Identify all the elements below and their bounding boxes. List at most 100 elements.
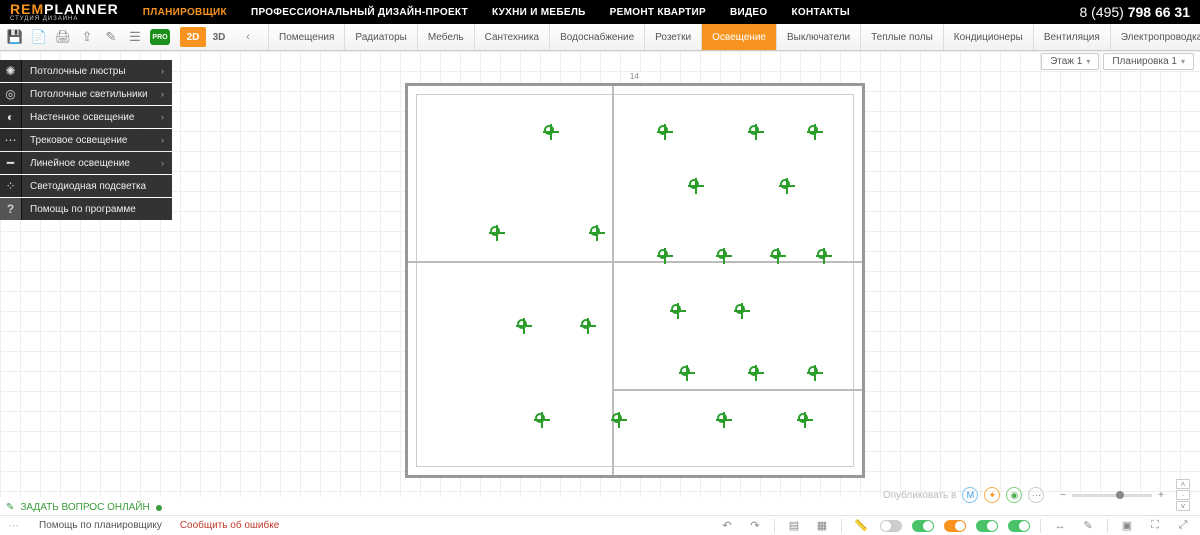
toggle-furniture[interactable] [976, 520, 998, 532]
pro-badge[interactable]: PRO [150, 29, 170, 45]
topmenu-renovation[interactable]: РЕМОНТ КВАРТИР [610, 7, 706, 18]
zoom-out-icon[interactable]: − [1060, 490, 1066, 501]
tab-lighting[interactable]: Освещение [701, 24, 776, 50]
tab-furniture[interactable]: Мебель [417, 24, 474, 50]
led-strip-icon: ⁘ [0, 175, 22, 197]
pan-up-icon[interactable]: ˄ [1176, 479, 1190, 489]
palette-label: Помощь по программе [30, 204, 136, 215]
footer: ⋯ Помощь по планировщику Сообщить об оши… [0, 515, 1200, 535]
print-icon[interactable]: 🖨 [54, 28, 72, 46]
chevron-right-icon: › [161, 112, 164, 122]
view-toggle: 2D 3D [180, 27, 232, 47]
palette-ceiling-lights[interactable]: Потолочные светильники› [22, 83, 172, 105]
footer-tools: ↶ ↷ ▤ ▦ 📏 ↔ ✎ ▣ ⛶ ⤢ [718, 518, 1192, 534]
layers-icon[interactable]: ☰ [126, 28, 144, 46]
tab-wiring[interactable]: Электропроводка [1110, 24, 1200, 50]
snapshot-icon[interactable]: ▣ [1118, 518, 1136, 534]
online-dot-icon [156, 505, 162, 511]
layout-label: Планировка 1 [1112, 56, 1177, 67]
pan-buttons: ˄ · ˅ [1176, 479, 1190, 511]
fit-icon[interactable]: ⛶ [1146, 518, 1164, 534]
ceiling-light-icon: ◎ [0, 83, 22, 105]
ruler-icon[interactable]: 📏 [852, 518, 870, 534]
phone-main: 798 66 31 [1128, 4, 1190, 20]
tab-radiators[interactable]: Радиаторы [344, 24, 416, 50]
grid-icon[interactable]: ▦ [813, 518, 831, 534]
save-icon[interactable]: 💾 [6, 28, 24, 46]
layout-selector[interactable]: Планировка 1▾ [1103, 53, 1194, 70]
new-icon[interactable]: 📄 [30, 28, 48, 46]
logo-rem: REM [10, 1, 44, 17]
tab-water[interactable]: Водоснабжение [549, 24, 644, 50]
tab-ac[interactable]: Кондиционеры [943, 24, 1033, 50]
pan-center-icon[interactable]: · [1176, 490, 1190, 500]
share-icon[interactable]: ⇪ [78, 28, 96, 46]
publish-label: Опубликовать в [883, 490, 956, 501]
measure-icon[interactable]: ↔ [1051, 518, 1069, 534]
logo-planner: PLANNER [44, 1, 119, 17]
topmenu-contacts[interactable]: КОНТАКТЫ [791, 7, 849, 18]
chevron-right-icon: › [161, 89, 164, 99]
tab-warmfloor[interactable]: Теплые полы [860, 24, 943, 50]
view-3d-button[interactable]: 3D [206, 27, 232, 47]
topmenu-design[interactable]: ПРОФЕССИОНАЛЬНЫЙ ДИЗАЙН-ПРОЕКТ [251, 7, 468, 18]
palette-linear-lights[interactable]: Линейное освещение› [22, 152, 172, 174]
publish-ok-icon[interactable]: ✦ [984, 487, 1000, 503]
zoom-control: − + [1060, 490, 1164, 501]
footer-dots-icon: ⋯ [8, 519, 21, 532]
chandelier-icon: ✺ [0, 60, 22, 82]
palette-wall-lights[interactable]: Настенное освещение › [22, 106, 172, 128]
tools-icon[interactable]: ✎ [102, 28, 120, 46]
publish-more-icon[interactable]: ⋯ [1028, 487, 1044, 503]
help-icon: ? [0, 198, 22, 220]
palette-label: Потолочные люстры [30, 66, 126, 77]
undo-icon[interactable]: ↶ [718, 518, 736, 534]
bug-report-link[interactable]: Сообщить об ошибке [180, 520, 279, 531]
publish-vk-icon[interactable]: M [962, 487, 978, 503]
pan-down-icon[interactable]: ˅ [1176, 501, 1190, 511]
scroll-left-icon[interactable]: ‹ [238, 31, 258, 43]
redo-icon[interactable]: ↷ [746, 518, 764, 534]
top-nav: REMPLANNER СТУДИЯ ДИЗАЙНА ПЛАНИРОВЩИК ПР… [0, 0, 1200, 24]
help-link[interactable]: Помощь по планировщику [39, 520, 162, 531]
publish-bar: Опубликовать в M ✦ ◉ ⋯ − + ˄ · ˅ [883, 479, 1190, 511]
palette-track-lights[interactable]: Трековое освещение› [22, 129, 172, 151]
zoom-slider[interactable] [1072, 494, 1152, 497]
toggle-labels[interactable] [912, 520, 934, 532]
tab-plumbing[interactable]: Сантехника [474, 24, 550, 50]
palette-help[interactable]: Помощь по программе [22, 198, 172, 220]
zoom-in-icon[interactable]: + [1158, 490, 1164, 501]
tab-ventilation[interactable]: Вентиляция [1033, 24, 1110, 50]
tab-switches[interactable]: Выключатели [776, 24, 860, 50]
palette-led-strip[interactable]: Светодиодная подсветка [22, 175, 172, 197]
canvas[interactable]: 14 [0, 51, 1200, 497]
note-icon[interactable]: ✎ [1079, 518, 1097, 534]
chevron-right-icon: › [161, 158, 164, 168]
topmenu-kitchen[interactable]: КУХНИ И МЕБЕЛЬ [492, 7, 586, 18]
phone-prefix: 8 (495) [1079, 4, 1127, 20]
tab-sockets[interactable]: Розетки [644, 24, 701, 50]
floor-label: Этаж 1 [1050, 56, 1082, 67]
toggle-grid[interactable] [1008, 520, 1030, 532]
toggle-lighting[interactable] [944, 520, 966, 532]
toggle-dimensions[interactable] [880, 520, 902, 532]
chevron-right-icon: › [161, 66, 164, 76]
ask-online-button[interactable]: ✎ ЗАДАТЬ ВОПРОС ОНЛАЙН [6, 502, 162, 513]
floor-plan[interactable]: 14 [405, 83, 865, 478]
topmenu-video[interactable]: ВИДЕО [730, 7, 767, 18]
layer-icon[interactable]: ▤ [785, 518, 803, 534]
fullscreen-icon[interactable]: ⤢ [1174, 518, 1192, 534]
logo-sub: СТУДИЯ ДИЗАЙНА [10, 16, 78, 22]
logo[interactable]: REMPLANNER СТУДИЯ ДИЗАЙНА [10, 2, 119, 22]
linear-light-icon: ━ [0, 152, 22, 174]
topmenu-planner[interactable]: ПЛАНИРОВЩИК [143, 7, 227, 18]
publish-share-icon[interactable]: ◉ [1006, 487, 1022, 503]
palette-chandeliers[interactable]: Потолочные люстры › [22, 60, 172, 82]
floor-selector[interactable]: Этаж 1▾ [1041, 53, 1099, 70]
tab-rooms[interactable]: Помещения [268, 24, 344, 50]
floor-layout-pills: Этаж 1▾ Планировка 1▾ [1041, 53, 1194, 70]
phone-number[interactable]: 8 (495) 798 66 31 [1079, 4, 1190, 20]
track-light-icon: ⋯ [0, 129, 22, 151]
palette-label: Настенное освещение [30, 112, 134, 123]
view-2d-button[interactable]: 2D [180, 27, 206, 47]
